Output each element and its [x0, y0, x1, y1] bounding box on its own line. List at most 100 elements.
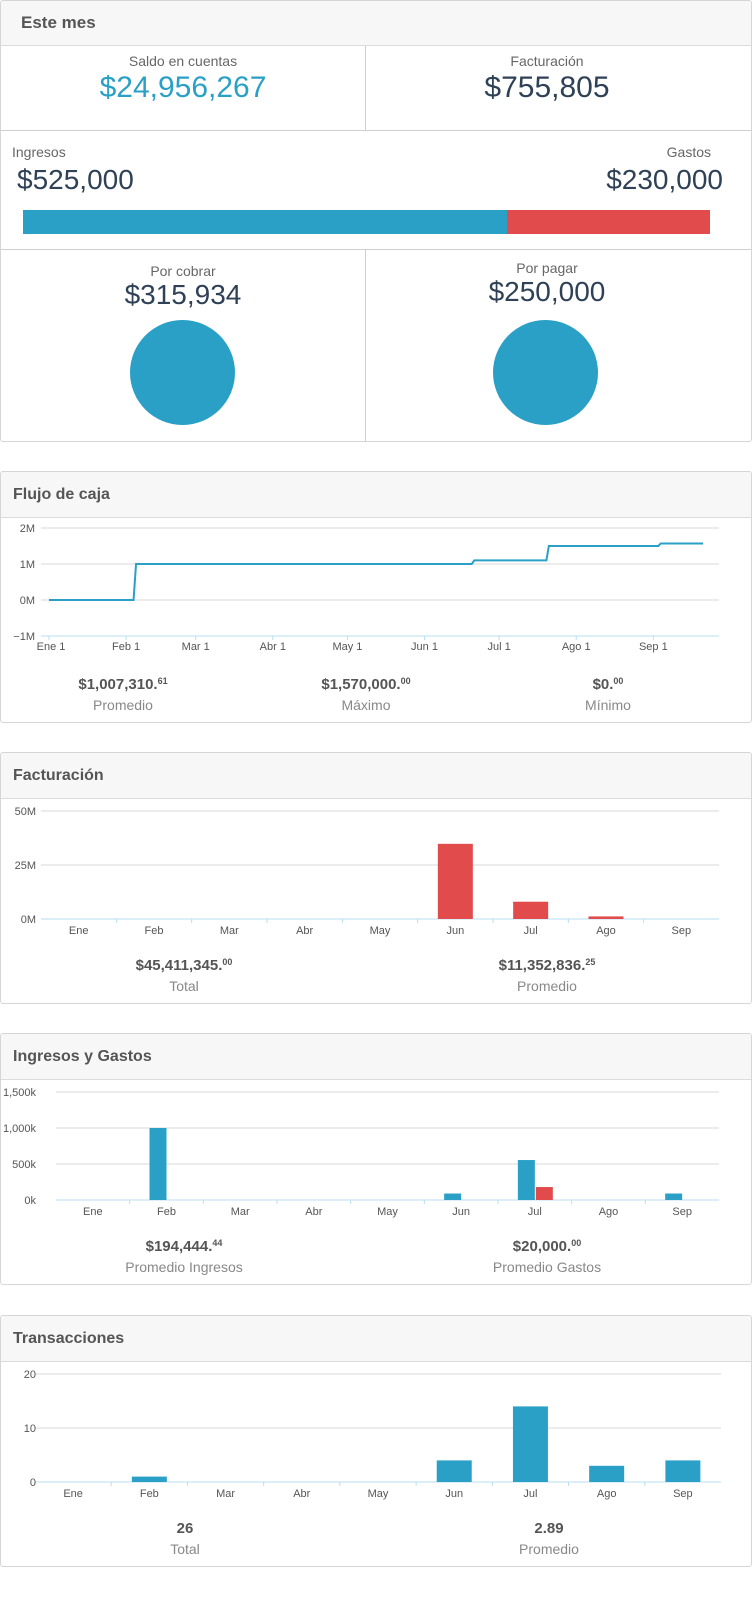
stat-1: $11,352,836.25 Promedio [437, 957, 657, 994]
y-tick-label: 2M [20, 523, 35, 535]
y-tick-label: 0M [20, 595, 35, 607]
stat-value-decimals: 25 [585, 957, 596, 967]
summary-header: Este mes [1, 1, 751, 46]
pagar-block: Por pagar $250,000 [365, 260, 729, 308]
stat-value: 26 [75, 1520, 295, 1537]
stat-label: Total [169, 978, 199, 994]
stat-label: Mínimo [585, 697, 631, 713]
x-tick-label: Mar [216, 1488, 235, 1500]
x-tick-label: Sep [672, 925, 692, 937]
divider [1, 249, 751, 250]
ingresos-gastos-title: Ingresos y Gastos [13, 1047, 152, 1065]
pagar-label: Por pagar [516, 260, 578, 276]
y-tick-label: 50M [15, 806, 36, 818]
ingresos-value: $525,000 [17, 164, 134, 195]
bar [436, 1460, 472, 1482]
y-tick-label: 1M [20, 559, 35, 571]
x-tick-label: Sep [673, 1488, 693, 1500]
y-tick-label: 1,000k [3, 1123, 37, 1135]
ingresos-gastos-bar-chart: 1,500k 1,000k 500k 0k Ene Feb Mar Abr May Jun Jul A… [3, 1087, 719, 1218]
stat-value-main: 2.89 [534, 1520, 564, 1537]
transacciones-bar-chart: 20 10 0 Ene Feb Mar Abr May Jun Jul Ago Sep [24, 1369, 721, 1500]
transacciones-panel: Transacciones 20 10 0 Ene Feb Mar Abr May Jun Jul… [0, 1315, 752, 1567]
x-tick-label: Mar [231, 1206, 250, 1218]
summary-title: Este mes [21, 13, 96, 32]
x-tick-label: Jul 1 [488, 641, 511, 653]
bar [588, 916, 624, 919]
x-tick-label: Jul [524, 925, 538, 937]
stat-value-decimals: 00 [222, 957, 233, 967]
bar [513, 901, 549, 919]
y-tick-label: 0M [21, 914, 36, 926]
ingresos-label: Ingresos [12, 144, 66, 160]
facturacion-block: Facturación $755,805 [365, 53, 729, 105]
x-tick-label: Sep 1 [639, 641, 668, 653]
transacciones-header: Transacciones [1, 1316, 751, 1362]
saldo-value: $24,956,267 [99, 71, 267, 104]
stat-value: $1,007,310.61 [13, 676, 233, 693]
stat-label: Máximo [341, 697, 391, 713]
stat-value-main: $1,007,310. [78, 676, 158, 693]
x-tick-label: Sep [672, 1206, 692, 1218]
stat-value-main: $0. [592, 676, 614, 693]
x-tick-label: Ago [597, 1488, 617, 1500]
bar [437, 843, 473, 919]
bar [517, 1160, 535, 1200]
x-tick-label: Abr [305, 1206, 322, 1218]
stat-label: Promedio [517, 978, 577, 994]
ingresos-gastos-panel: Ingresos y Gastos 1,500k 1,000k 500k 0k Ene F… [0, 1033, 752, 1285]
stat-0: $45,411,345.00 Total [74, 957, 294, 994]
stat-value-decimals: 00 [571, 1238, 582, 1248]
stat-label: Promedio [519, 1541, 579, 1557]
x-tick-label: May [370, 925, 391, 937]
facturacion-header: Facturación [1, 753, 751, 799]
stat-value-decimals: 00 [400, 676, 411, 686]
divider [1, 130, 751, 131]
stat-value: $1,570,000.00 [256, 676, 476, 693]
cash-flow-line [49, 542, 704, 601]
x-tick-label: Ene [63, 1488, 83, 1500]
stat-value-decimals: 44 [212, 1238, 223, 1248]
stat-value-main: $11,352,836. [498, 957, 586, 974]
bar [512, 1406, 548, 1482]
stat-label: Total [170, 1541, 200, 1557]
x-tick-label: Ago 1 [562, 641, 591, 653]
x-tick-label: Abr 1 [260, 641, 286, 653]
stat-label: Promedio Gastos [492, 1259, 602, 1275]
pagar-pie-chart [493, 320, 598, 425]
x-tick-label: Feb [140, 1488, 159, 1500]
x-tick-label: Mar 1 [182, 641, 210, 653]
flujo-header: Flujo de caja [1, 472, 751, 518]
x-tick-label: Feb [157, 1206, 176, 1218]
bar [149, 1128, 167, 1200]
x-tick-label: Ago [599, 1206, 619, 1218]
bar [665, 1193, 683, 1200]
stat-value: $11,352,836.25 [437, 957, 657, 974]
x-tick-label: Abr [293, 1488, 310, 1500]
ingresos-gastos-header: Ingresos y Gastos [1, 1034, 751, 1080]
flujo-line-chart: 2M 1M 0M −1MEne 1 Feb 1 Mar 1 Abr 1 May 1 Jun 1 J… [13, 523, 719, 653]
stat-value: $0.00 [498, 676, 718, 693]
bar [535, 1187, 553, 1200]
x-tick-label: Ene [83, 1206, 103, 1218]
stat-0: 26 Total [75, 1520, 295, 1557]
facturacion-panel: Facturación 50M 25M 0M Ene Feb Mar Abr May Jun Ju… [0, 752, 752, 1004]
y-tick-label: 10 [24, 1423, 36, 1435]
y-tick-label: 1,500k [3, 1087, 37, 1099]
stat-1: 2.89 Promedio [439, 1520, 659, 1557]
stat-value: $194,444.44 [74, 1238, 294, 1255]
y-tick-label: 20 [24, 1369, 36, 1381]
stat-value-decimals: 61 [157, 676, 168, 686]
facturacion-value: $755,805 [484, 71, 610, 104]
stat-value-main: $1,570,000. [321, 676, 401, 693]
stat-0: $194,444.44 Promedio Ingresos [74, 1238, 294, 1275]
bar [589, 1465, 625, 1482]
x-tick-label: May [377, 1206, 398, 1218]
stat-label: Promedio [93, 697, 153, 713]
stat-0: $1,007,310.61 Promedio [13, 676, 233, 713]
y-tick-label: 0k [24, 1195, 36, 1207]
facturacion-label: Facturación [510, 53, 584, 69]
bar [444, 1193, 462, 1200]
stat-label: Promedio Ingresos [125, 1259, 243, 1275]
stat-value-main: $20,000. [512, 1238, 572, 1255]
